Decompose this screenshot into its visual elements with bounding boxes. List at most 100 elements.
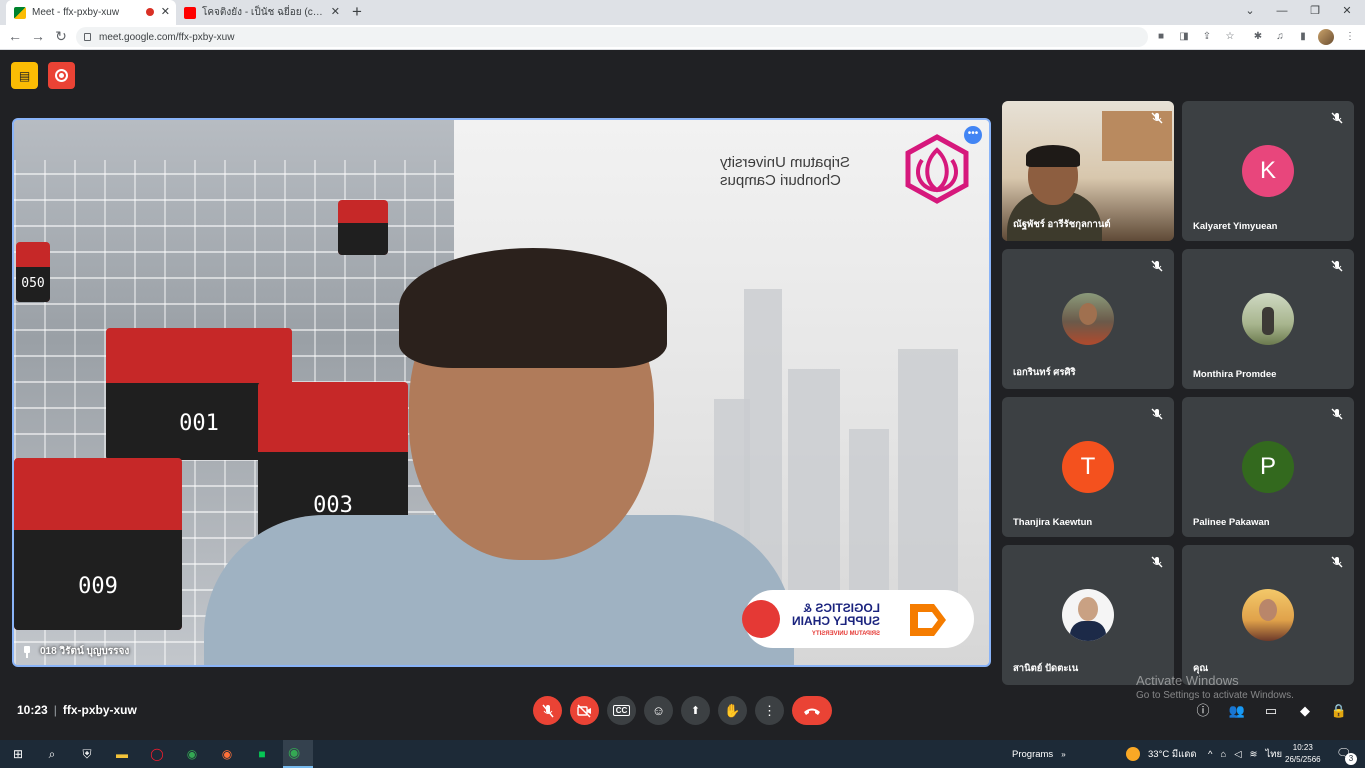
participant-tile[interactable]: Monthira Promdee xyxy=(1182,249,1354,389)
participant-tile[interactable]: P Palinee Pakawan xyxy=(1182,397,1354,537)
captions-button[interactable]: CC xyxy=(607,696,636,725)
logistics-logo-icon xyxy=(910,604,946,636)
emoji-icon: ☺ xyxy=(651,703,666,718)
pin-icon[interactable] xyxy=(22,645,32,658)
more-options-icon[interactable]: ••• xyxy=(964,126,982,144)
extensions-icon[interactable]: ✱ xyxy=(1252,31,1264,43)
host-lock-icon[interactable]: 🔒 xyxy=(1330,702,1348,720)
chevron-up-icon[interactable]: ^ xyxy=(1208,749,1212,760)
participant-name: Thanjira Kaewtun xyxy=(1013,517,1093,528)
tab-youtube[interactable]: โคจติงยัง - เป็นัช ฉยี่อย (covered by ..… xyxy=(176,0,346,25)
hang-up-icon xyxy=(804,708,820,715)
presenter-hair xyxy=(399,248,667,368)
tab-title: โคจติงยัง - เป็นัช ฉยี่อย (covered by ..… xyxy=(202,7,324,18)
speaker-icon[interactable]: ◁ xyxy=(1234,749,1241,760)
people-icon[interactable]: 👥 xyxy=(1228,702,1246,720)
minimize-button[interactable]: — xyxy=(1266,0,1298,22)
programs-toolbar[interactable]: Programs» xyxy=(1012,740,1066,768)
url-text: meet.google.com/ffx-pxby-xuw xyxy=(99,31,235,43)
profile-avatar[interactable] xyxy=(1318,29,1334,45)
browser-toolbar: ← → ↻ meet.google.com/ffx-pxby-xuw ■ ◨ ⇪… xyxy=(0,25,1365,50)
leave-call-button[interactable] xyxy=(792,696,832,725)
participant-name: สานิตย์ ปัดตะเน xyxy=(1013,663,1079,674)
participant-tile[interactable]: ณัฐพัชร์ อารีรัชกุลกานต์ xyxy=(1002,101,1174,241)
mic-toggle-button[interactable] xyxy=(533,696,562,725)
more-options-button[interactable]: ⋮ xyxy=(755,696,784,725)
host-controls-icon[interactable]: ▤ xyxy=(11,62,38,89)
close-tab-icon[interactable]: ✕ xyxy=(331,5,340,18)
system-clock[interactable]: 10:23 26/5/2566 xyxy=(1285,742,1321,766)
activities-icon[interactable]: ◆ xyxy=(1296,702,1314,720)
robot-image: 009 xyxy=(14,458,182,630)
forward-arrow-icon[interactable]: → xyxy=(29,28,47,44)
weather-widget[interactable]: 33°C มีแดด xyxy=(1126,740,1197,768)
university-name: Sripatum University Chonburi Campus xyxy=(720,154,851,189)
participant-name: Kalyaret Yimyuean xyxy=(1193,221,1278,232)
browser-menu-icon[interactable]: ⋮ xyxy=(1344,31,1356,43)
robot-image xyxy=(338,200,388,255)
chrome-icon[interactable]: ◉ xyxy=(182,744,202,764)
tab-search-icon[interactable]: ⌄ xyxy=(1234,0,1266,22)
present-button[interactable]: ⬆ xyxy=(681,696,710,725)
meeting-details-icon[interactable]: ⓘ xyxy=(1194,702,1212,720)
presenter-name-label: 018 วิรัตน์ บุญบรรจง xyxy=(22,644,129,659)
maximize-button[interactable]: ❐ xyxy=(1299,0,1331,22)
reload-icon[interactable]: ↻ xyxy=(52,28,70,45)
active-chrome-taskbar-item[interactable]: ◉ xyxy=(283,740,313,768)
camera-off-icon xyxy=(577,703,591,718)
camera-in-use-icon[interactable]: ■ xyxy=(1155,31,1167,43)
line-app-icon[interactable]: ■ xyxy=(252,744,272,764)
raise-hand-button[interactable]: ✋ xyxy=(718,696,747,725)
participant-name: ณัฐพัชร์ อารีรัชกุลกานต์ xyxy=(1013,219,1111,230)
captions-icon: CC xyxy=(612,705,631,716)
meeting-code: ffx-pxby-xuw xyxy=(62,703,137,717)
bookmark-star-icon[interactable]: ☆ xyxy=(1224,31,1236,43)
windows-taskbar: ⊞ ⌕ ⛨ ▬ ◯ ◉ ◉ ■ ◉ Programs» 33°C มีแดด ^… xyxy=(0,740,1365,768)
new-tab-button[interactable]: + xyxy=(352,2,362,22)
translate-icon[interactable]: ◨ xyxy=(1178,31,1190,43)
tab-meet[interactable]: Meet - ffx-pxby-xuw ✕ xyxy=(6,0,176,25)
opera-icon[interactable]: ◯ xyxy=(147,744,167,764)
search-icon[interactable]: ⌕ xyxy=(42,744,62,764)
side-panel-icon[interactable]: ▮ xyxy=(1297,31,1309,43)
mic-off-icon xyxy=(541,704,554,717)
back-arrow-icon[interactable]: ← xyxy=(6,28,24,44)
participant-tile[interactable]: สานิตย์ ปัดตะเน xyxy=(1002,545,1174,685)
tab-title: Meet - ffx-pxby-xuw xyxy=(32,7,120,18)
wifi-icon[interactable]: ≋ xyxy=(1250,749,1258,760)
address-bar[interactable]: meet.google.com/ffx-pxby-xuw xyxy=(76,27,1148,47)
close-tab-icon[interactable]: ✕ xyxy=(161,5,170,18)
participant-tile[interactable]: เอกรินทร์ ศรศิริ xyxy=(1002,249,1174,389)
participant-avatar xyxy=(1242,293,1294,345)
mic-off-icon xyxy=(1151,260,1163,272)
media-control-icon[interactable]: ♫ xyxy=(1274,31,1286,43)
meeting-info: 10:23 | ffx-pxby-xuw xyxy=(17,703,137,717)
university-logo-icon xyxy=(905,134,969,204)
participant-avatar: P xyxy=(1242,441,1294,493)
participant-tile[interactable]: T Thanjira Kaewtun xyxy=(1002,397,1174,537)
language-indicator[interactable]: ไทย xyxy=(1266,747,1283,762)
mic-off-icon xyxy=(1331,408,1343,420)
share-icon[interactable]: ⇪ xyxy=(1201,31,1213,43)
windows-start-icon[interactable]: ⊞ xyxy=(8,744,28,764)
security-shield-icon[interactable]: ⛨ xyxy=(77,744,97,764)
youtube-favicon-icon xyxy=(184,6,196,19)
lock-icon xyxy=(84,33,91,41)
hand-icon: ✋ xyxy=(724,702,741,718)
main-video-tile[interactable]: 050 001 003 009 Sripatum University Chon… xyxy=(12,118,991,667)
browser-tab-strip: Meet - ffx-pxby-xuw ✕ โคจติงยัง - เป็นัช… xyxy=(0,0,1365,25)
reactions-button[interactable]: ☺ xyxy=(644,696,673,725)
camera-toggle-button[interactable] xyxy=(570,696,599,725)
file-explorer-icon[interactable]: ▬ xyxy=(112,744,132,764)
mic-off-icon xyxy=(1151,556,1163,568)
firefox-icon[interactable]: ◉ xyxy=(217,744,237,764)
participant-tile[interactable]: คุณ xyxy=(1182,545,1354,685)
participant-tile[interactable]: K Kalyaret Yimyuean xyxy=(1182,101,1354,241)
mic-off-icon xyxy=(1331,556,1343,568)
network-icon[interactable]: ⌂ xyxy=(1220,749,1226,760)
participant-avatar: K xyxy=(1242,145,1294,197)
close-window-button[interactable]: ✕ xyxy=(1331,0,1363,22)
notification-count-badge: 3 xyxy=(1345,753,1357,765)
chat-icon[interactable]: ▭ xyxy=(1262,702,1280,720)
recording-icon[interactable] xyxy=(48,62,75,89)
